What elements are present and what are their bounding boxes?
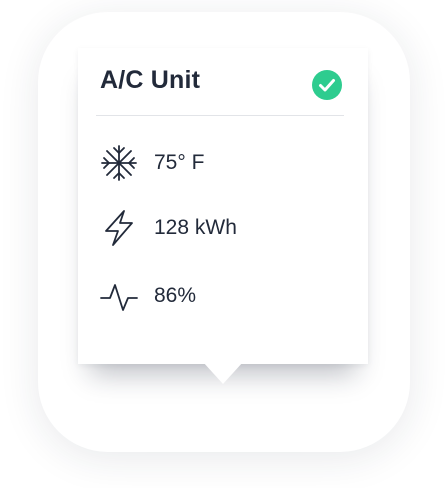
- divider: [96, 115, 344, 116]
- energy-value: 128 kWh: [154, 216, 237, 239]
- activity-value: 86%: [154, 284, 197, 307]
- metric-temperature: 75° F: [100, 143, 204, 183]
- snowflake-icon: [101, 145, 137, 181]
- metric-activity: 86%: [100, 276, 196, 316]
- lightning-bolt-icon: [105, 210, 133, 246]
- activity-pulse-icon: [100, 284, 138, 311]
- temperature-value: 75° F: [154, 151, 205, 174]
- device-title: A/C Unit: [100, 66, 201, 94]
- page: A/C Unit 75° F 128 kWh 86%: [0, 0, 446, 488]
- check-circle-icon: [312, 70, 342, 100]
- tooltip-pointer: [203, 362, 243, 384]
- metric-energy: 128 kWh: [100, 208, 237, 248]
- device-tooltip-card: A/C Unit 75° F 128 kWh 86%: [78, 48, 368, 364]
